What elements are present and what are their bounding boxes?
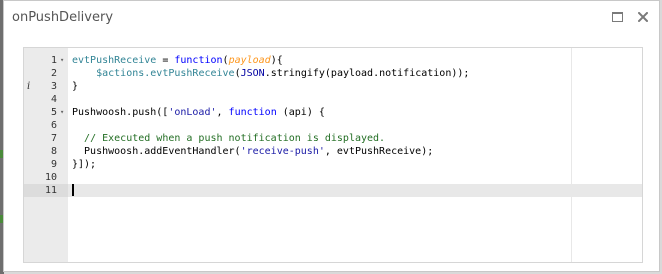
code-token: Pushwoosh.addEventHandler( <box>72 146 241 157</box>
code-text: evtPushReceive = function(payload){ <box>72 54 283 67</box>
code-token: ){ <box>270 55 283 66</box>
code-line[interactable]: 11 <box>24 184 642 197</box>
fold-arrow-icon[interactable]: ▾ <box>60 54 64 67</box>
code-text: } <box>72 80 78 93</box>
line-number: 7 <box>50 133 57 144</box>
line-number: 4 <box>50 94 57 105</box>
code-line[interactable]: 6 <box>24 119 642 132</box>
code-token: $actions.evtPushReceive <box>96 68 235 79</box>
code-token: , <box>216 107 229 118</box>
line-number: 9 <box>50 159 57 170</box>
line-number: 6 <box>50 120 57 131</box>
code-token: Pushwoosh.push([ <box>72 107 169 118</box>
code-line[interactable]: 2 $actions.evtPushReceive(JSON.stringify… <box>24 67 642 80</box>
code-token: } <box>72 81 79 92</box>
code-text: }]); <box>72 158 96 171</box>
code-text: Pushwoosh.addEventHandler('receive-push'… <box>72 145 433 158</box>
line-number: 1 <box>50 55 57 66</box>
line-number: 11 <box>44 185 57 196</box>
code-text: // Executed when a push notification is … <box>72 132 385 145</box>
dialog-header: onPushDelivery <box>4 1 659 35</box>
code-token: // Executed when a push notification is … <box>84 133 386 144</box>
dialog-title: onPushDelivery <box>12 10 114 25</box>
code-token: 'onLoad' <box>168 107 217 118</box>
code-token: evtPushReceive <box>72 55 157 66</box>
code-line[interactable]: 9}]); <box>24 158 642 171</box>
code-line[interactable]: 4 <box>24 93 642 106</box>
code-token: function <box>228 107 277 118</box>
code-line[interactable]: i 3} <box>24 80 642 93</box>
close-icon <box>638 12 648 22</box>
code-line[interactable]: 7 // Executed when a push notification i… <box>24 132 642 145</box>
line-number: 5 <box>50 107 57 118</box>
code-text: Pushwoosh.push(['onLoad', function (api)… <box>72 106 325 119</box>
code-token: JSON <box>240 68 265 79</box>
fold-arrow-icon[interactable]: ▾ <box>60 106 64 119</box>
code-token: .stringify(payload.notification)); <box>264 68 470 79</box>
code-token: }]); <box>72 159 97 170</box>
code-editor-dialog: onPushDelivery 1 ▾ evtPushReceive = functi… <box>3 0 660 272</box>
text-cursor <box>72 184 74 196</box>
line-number: 2 <box>50 68 57 79</box>
maximize-icon <box>611 12 623 22</box>
maximize-button[interactable] <box>610 10 624 24</box>
code-line[interactable]: 10 <box>24 171 642 184</box>
code-token: , evtPushReceive); <box>324 146 434 157</box>
code-line[interactable]: 8 Pushwoosh.addEventHandler('receive-pus… <box>24 145 642 158</box>
code-token: (api) { <box>276 107 325 118</box>
close-button[interactable] <box>636 10 650 24</box>
code-token: function <box>174 55 223 66</box>
code-token: 'receive-push' <box>240 146 325 157</box>
line-number: 3 <box>50 81 57 92</box>
line-number: 10 <box>44 172 57 183</box>
code-text: $actions.evtPushReceive(JSON.stringify(p… <box>72 67 469 80</box>
code-line[interactable]: 1 ▾ evtPushReceive = function(payload){ <box>24 54 642 67</box>
code-token: payload <box>228 55 271 66</box>
line-number: 8 <box>50 146 57 157</box>
code-token: = <box>156 55 175 66</box>
code-editor[interactable]: 1 ▾ evtPushReceive = function(payload){2 $… <box>23 47 643 263</box>
code-line[interactable]: 5 ▾ Pushwoosh.push(['onLoad', function (ap… <box>24 106 642 119</box>
